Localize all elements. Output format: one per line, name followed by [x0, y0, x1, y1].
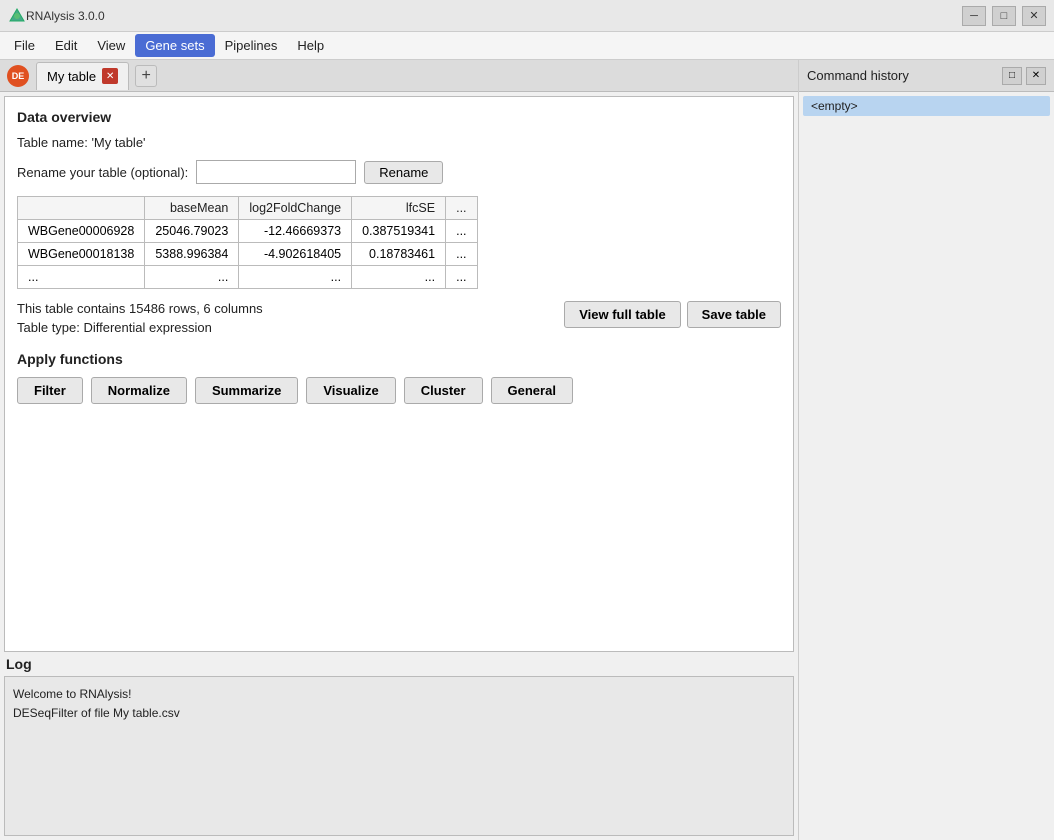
- rename-button[interactable]: Rename: [364, 161, 443, 184]
- log-line-2: DESeqFilter of file My table.csv: [13, 704, 785, 723]
- stats-rows-cols: This table contains 15486 rows, 6 column…: [17, 301, 263, 316]
- menu-file[interactable]: File: [4, 34, 45, 57]
- basemean-2: 5388.996384: [145, 243, 239, 266]
- normalize-button[interactable]: Normalize: [91, 377, 187, 404]
- rename-row: Rename your table (optional): Rename: [17, 160, 781, 184]
- table-name-label: Table name:: [17, 135, 91, 150]
- main-layout: DE My table ✕ + Data overview Table name…: [0, 60, 1054, 840]
- table-header-row: baseMean log2FoldChange lfcSE ...: [18, 197, 478, 220]
- close-window-button[interactable]: ✕: [1022, 6, 1046, 26]
- basemean-more: ...: [145, 266, 239, 289]
- command-history-header: Command history □ ✕: [799, 60, 1054, 92]
- more-more: ...: [446, 266, 477, 289]
- summarize-button[interactable]: Summarize: [195, 377, 298, 404]
- log2fc-1: -12.46669373: [239, 220, 352, 243]
- menu-pipelines[interactable]: Pipelines: [215, 34, 288, 57]
- more-2: ...: [446, 243, 477, 266]
- col-header-basemean: baseMean: [145, 197, 239, 220]
- de-logo: DE: [7, 65, 29, 87]
- stats-type: Table type: Differential expression: [17, 320, 263, 335]
- command-history-pin-button[interactable]: □: [1002, 67, 1022, 85]
- menu-help[interactable]: Help: [287, 34, 334, 57]
- col-header-gene: [18, 197, 145, 220]
- function-buttons: Filter Normalize Summarize Visualize Clu…: [17, 377, 781, 404]
- log2fc-more: ...: [239, 266, 352, 289]
- table-stats: This table contains 15486 rows, 6 column…: [17, 301, 263, 335]
- col-header-more: ...: [446, 197, 477, 220]
- maximize-button[interactable]: □: [992, 6, 1016, 26]
- command-history-close-button[interactable]: ✕: [1026, 67, 1046, 85]
- add-tab-button[interactable]: +: [135, 65, 157, 87]
- table-row: ... ... ... ... ...: [18, 266, 478, 289]
- menu-bar: File Edit View Gene sets Pipelines Help: [0, 32, 1054, 60]
- table-action-buttons: View full table Save table: [564, 301, 781, 328]
- table-row: WBGene00006928 25046.79023 -12.46669373 …: [18, 220, 478, 243]
- minimize-button[interactable]: ─: [962, 6, 986, 26]
- rename-input[interactable]: [196, 160, 356, 184]
- data-table: baseMean log2FoldChange lfcSE ... WBGene…: [17, 196, 478, 289]
- window-title: RNAlysis 3.0.0: [26, 9, 962, 23]
- table-row: WBGene00018138 5388.996384 -4.902618405 …: [18, 243, 478, 266]
- basemean-1: 25046.79023: [145, 220, 239, 243]
- visualize-button[interactable]: Visualize: [306, 377, 395, 404]
- log2fc-2: -4.902618405: [239, 243, 352, 266]
- more-1: ...: [446, 220, 477, 243]
- menu-gene-sets[interactable]: Gene sets: [135, 34, 214, 57]
- col-header-lfcse: lfcSE: [352, 197, 446, 220]
- lfcse-2: 0.18783461: [352, 243, 446, 266]
- log-title: Log: [4, 656, 794, 672]
- table-tab[interactable]: My table ✕: [36, 62, 129, 90]
- data-overview-title: Data overview: [17, 109, 781, 125]
- general-button[interactable]: General: [491, 377, 573, 404]
- table-name-value: 'My table': [91, 135, 145, 150]
- window-controls: ─ □ ✕: [962, 6, 1046, 26]
- main-content: Data overview Table name: 'My table' Ren…: [4, 96, 794, 652]
- view-full-table-button[interactable]: View full table: [564, 301, 680, 328]
- table-name-row: Table name: 'My table': [17, 135, 781, 150]
- app-icon: [8, 7, 26, 25]
- table-tab-icon: DE: [4, 62, 32, 90]
- tab-close-button[interactable]: ✕: [102, 68, 118, 84]
- lfcse-1: 0.387519341: [352, 220, 446, 243]
- command-history-content: <empty>: [799, 92, 1054, 840]
- left-panel: DE My table ✕ + Data overview Table name…: [0, 60, 798, 840]
- gene-id-more: ...: [18, 266, 145, 289]
- title-bar: RNAlysis 3.0.0 ─ □ ✕: [0, 0, 1054, 32]
- cluster-button[interactable]: Cluster: [404, 377, 483, 404]
- gene-id-1: WBGene00006928: [18, 220, 145, 243]
- gene-id-2: WBGene00018138: [18, 243, 145, 266]
- log-line-1: Welcome to RNAlysis!: [13, 685, 785, 704]
- command-history-title: Command history: [807, 68, 998, 83]
- lfcse-more: ...: [352, 266, 446, 289]
- log-area: Welcome to RNAlysis! DESeqFilter of file…: [4, 676, 794, 836]
- save-table-button[interactable]: Save table: [687, 301, 781, 328]
- table-info: This table contains 15486 rows, 6 column…: [17, 301, 781, 335]
- tab-bar: DE My table ✕ +: [0, 60, 798, 92]
- command-history-panel: Command history □ ✕ <empty>: [798, 60, 1054, 840]
- col-header-log2fc: log2FoldChange: [239, 197, 352, 220]
- tab-label: My table: [47, 69, 96, 84]
- apply-functions-title: Apply functions: [17, 351, 781, 367]
- menu-view[interactable]: View: [87, 34, 135, 57]
- command-history-empty: <empty>: [803, 96, 1050, 116]
- menu-edit[interactable]: Edit: [45, 34, 87, 57]
- filter-button[interactable]: Filter: [17, 377, 83, 404]
- rename-label: Rename your table (optional):: [17, 165, 188, 180]
- log-section: Log Welcome to RNAlysis! DESeqFilter of …: [4, 656, 794, 836]
